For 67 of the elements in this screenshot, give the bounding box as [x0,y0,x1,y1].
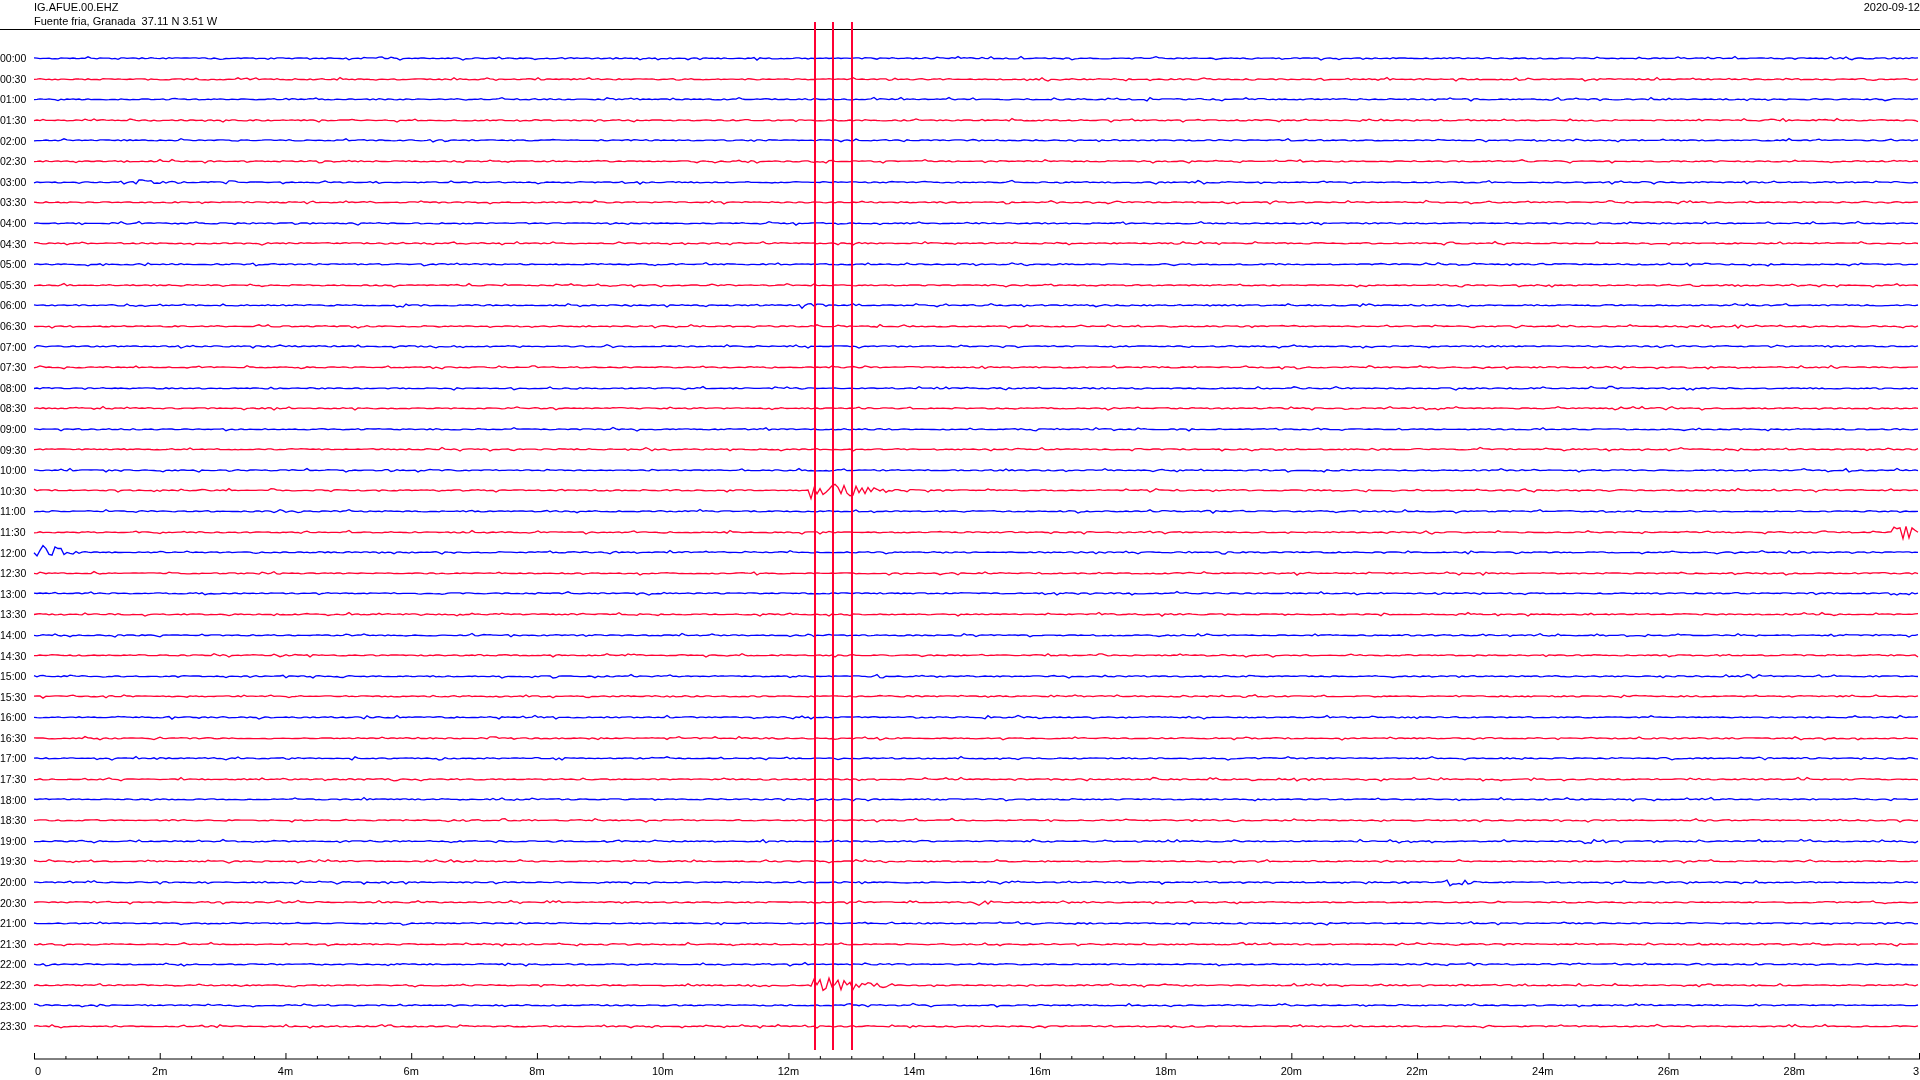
axis-label: 26m [1657,1064,1680,1077]
station-location: Fuente fria, Granada 37.11 N 3.51 W [34,14,218,28]
time-label: 10:30 [0,484,28,497]
time-label: 07:30 [0,361,28,374]
time-label: 17:00 [0,752,28,765]
axis-label: 2m [152,1064,168,1077]
time-label: 13:00 [0,587,28,600]
time-label: 00:30 [0,72,28,85]
time-label: 15:00 [0,670,28,683]
axis-label: 22m [1406,1064,1428,1077]
time-label: 12:30 [0,567,28,580]
time-label: 23:00 [0,999,28,1012]
axis-label: 14m [903,1064,925,1077]
time-label: 06:00 [0,299,28,312]
axis-label: 4m [277,1064,294,1077]
time-label: 20:30 [0,896,28,909]
station-code: IG.AFUE.00.EHZ [34,0,120,14]
time-label: 20:00 [0,876,28,889]
axis-label: 3 [1912,1064,1920,1077]
time-label: 05:30 [0,278,28,291]
time-label: 15:30 [0,690,28,703]
time-label: 18:00 [0,793,28,806]
time-label: 02:30 [0,155,28,168]
axis-label: 6m [403,1064,419,1077]
time-label: 02:00 [0,134,28,147]
time-label: 17:30 [0,773,28,786]
time-label: 11:00 [0,505,27,518]
time-label: 00:00 [0,52,28,65]
time-label: 16:30 [0,731,28,744]
time-label: 22:30 [0,979,28,991]
axis-label: 24m [1532,1064,1554,1077]
time-label: 21:30 [0,937,28,950]
time-label: 11:30 [0,525,27,538]
time-label: 04:30 [0,237,28,250]
time-label: 01:30 [0,114,28,127]
time-label: 19:30 [0,855,28,868]
time-label: 21:00 [0,917,28,930]
time-label: 05:00 [0,258,28,271]
axis-label: 12m [777,1064,800,1077]
time-label: 23:30 [0,1020,28,1033]
time-label: 22:00 [0,958,28,971]
time-label: 14:00 [0,628,28,641]
time-label: 01:00 [0,93,28,106]
time-label: 03:30 [0,196,28,209]
time-label: 08:00 [0,381,28,394]
time-label: 09:00 [0,423,28,435]
axis-label: 28m [1783,1064,1805,1077]
axis-label: 8m [529,1064,545,1077]
time-label: 04:00 [0,217,28,230]
time-label: 18:30 [0,814,28,827]
time-label: 19:00 [0,834,28,847]
axis-label: 10m [651,1064,674,1077]
axis-label: 16m [1029,1064,1051,1077]
time-label: 16:00 [0,711,28,724]
date-label: 2020-09-12 [1863,0,1920,15]
time-label: 03:00 [0,175,28,188]
time-label: 06:30 [0,320,28,332]
time-label: 12:00 [0,546,28,559]
time-label: 07:00 [0,340,28,353]
time-label: 14:30 [0,649,28,662]
time-label: 08:30 [0,402,28,415]
time-label: 13:30 [0,608,28,621]
time-label: 09:30 [0,443,28,456]
axis-label: 20m [1280,1064,1303,1077]
axis-label: 0 [34,1064,42,1077]
axis-label: 18m [1154,1064,1177,1077]
time-label: 10:00 [0,464,28,477]
